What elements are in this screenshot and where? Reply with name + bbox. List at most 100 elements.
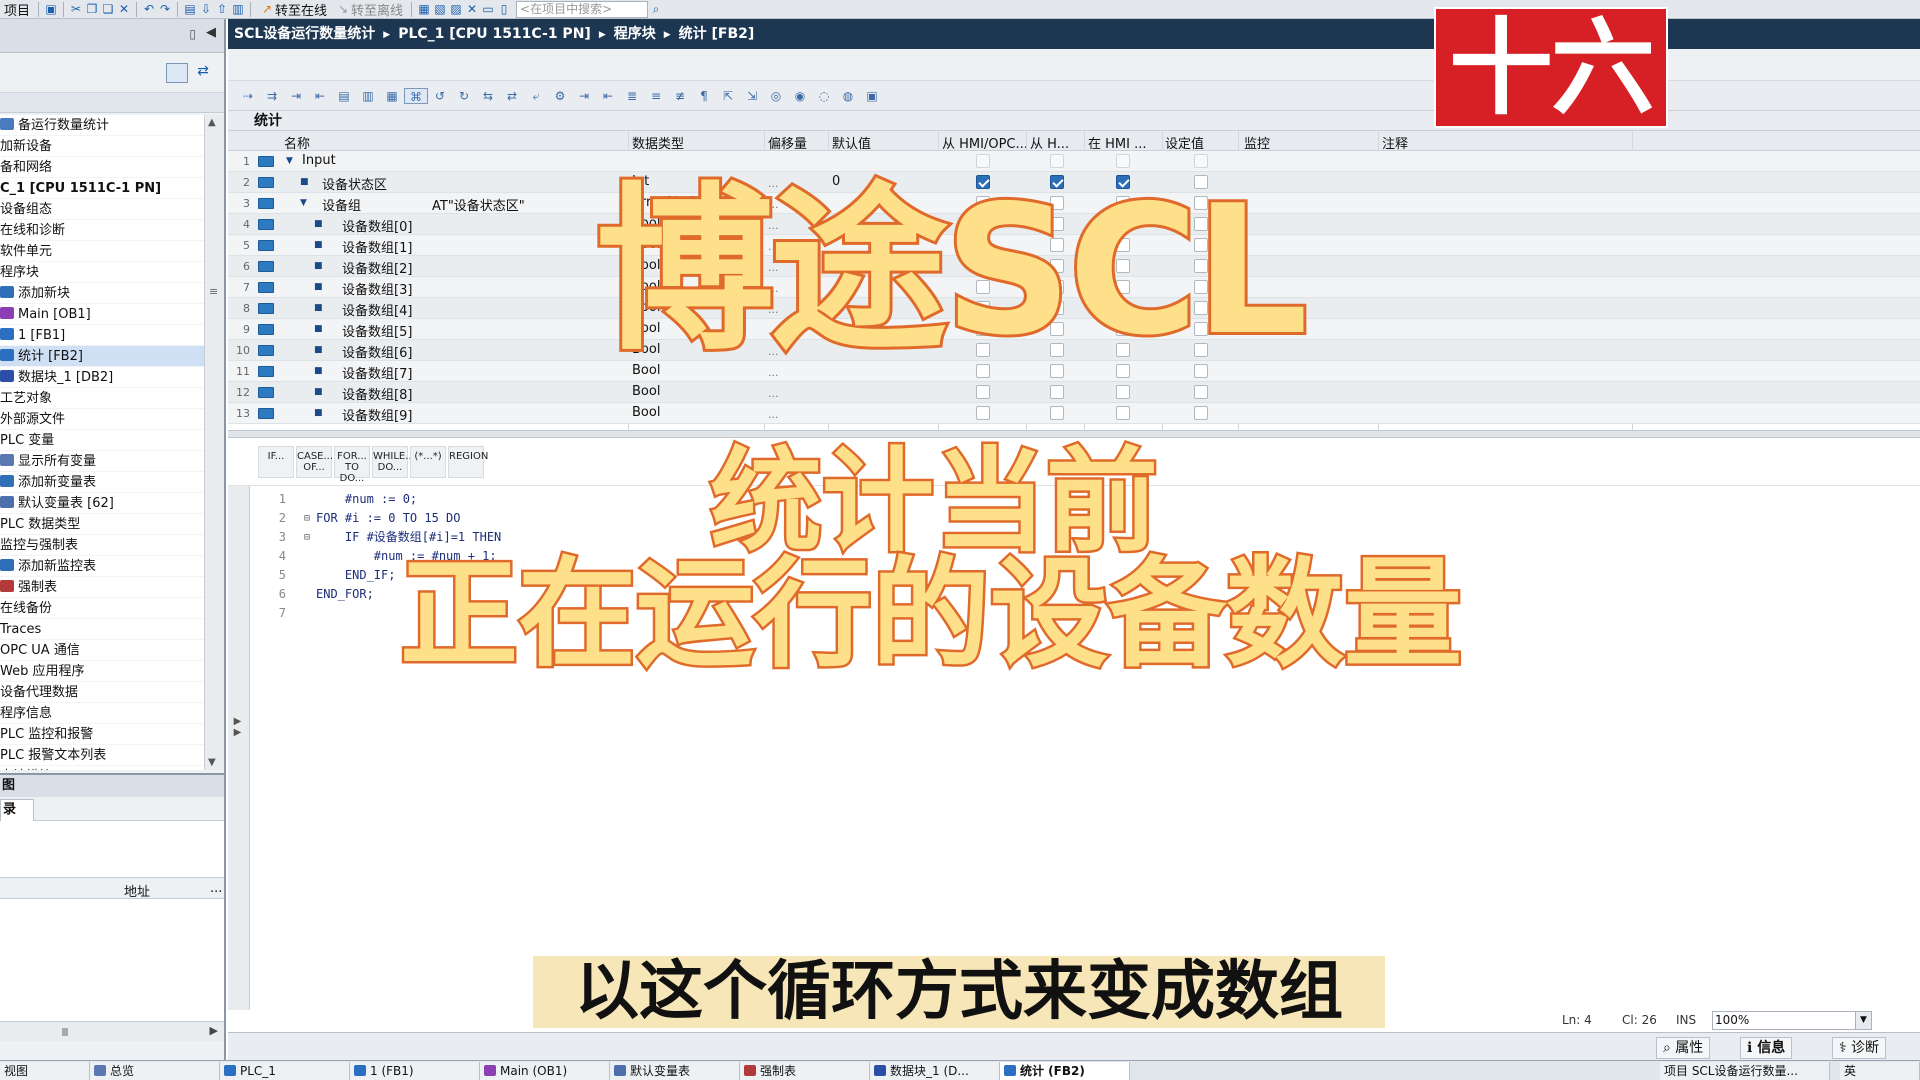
column-header[interactable]: 在 HMI ... [1088, 133, 1147, 152]
goto-icon[interactable]: ⇲ [740, 88, 764, 104]
comment-line-icon[interactable]: ≡ [644, 88, 668, 104]
tree-item[interactable]: 在线和诊断 [0, 220, 204, 241]
zoom-select[interactable]: 100% ▼ [1712, 1011, 1872, 1030]
tree-item[interactable]: 设备代理数据 [0, 682, 204, 703]
param-name[interactable]: 设备数组[8] [342, 384, 412, 403]
info-button[interactable]: ℹ 信息 [1740, 1037, 1793, 1059]
tree-item[interactable]: 加新设备 [0, 136, 204, 157]
paste-icon[interactable]: ❏ [100, 1, 116, 17]
checkbox[interactable] [1194, 406, 1208, 420]
keyword-button[interactable]: REGION [448, 446, 488, 478]
taskbar-tab[interactable]: PLC_1 [220, 1062, 350, 1080]
monitor-off-icon[interactable]: ◉ [788, 88, 812, 104]
tree-item[interactable]: 添加新监控表 [0, 556, 204, 577]
column-header[interactable]: 偏移量 [768, 133, 807, 152]
watch-icon[interactable]: ◌ [812, 88, 836, 104]
param-name[interactable]: 设备数组[3] [342, 279, 412, 298]
increase-indent-icon[interactable]: ⇥ [572, 88, 596, 104]
navigate-icon[interactable]: ⇱ [716, 88, 740, 104]
tree-item[interactable]: PLC 变量 [0, 430, 204, 451]
tree-item[interactable]: 外部源文件 [0, 409, 204, 430]
expand-arrow-icon[interactable]: ▼ [286, 156, 293, 166]
tree-item[interactable]: Web 应用程序 [0, 661, 204, 682]
checkbox[interactable] [1194, 385, 1208, 399]
breadcrumb-item[interactable]: 统计 [FB2] [679, 26, 755, 42]
tree-item[interactable]: 强制表 [0, 577, 204, 598]
interface-icon[interactable]: ▤ [332, 88, 356, 104]
param-name[interactable]: 设备组 [322, 195, 361, 214]
column-header[interactable]: 默认值 [832, 133, 871, 152]
tree-item[interactable]: 显示所有变量 [0, 451, 204, 472]
keyword-button[interactable]: FOR... TO DO... [334, 446, 370, 484]
fold-toggle-icon[interactable]: ⊟ [304, 509, 314, 528]
param-name[interactable]: 设备状态区 [322, 174, 387, 193]
prev-bookmark-icon[interactable]: ⇆ [476, 88, 500, 104]
tree-item[interactable]: 工艺对象 [0, 388, 204, 409]
taskbar-tab[interactable]: 强制表 [740, 1062, 870, 1080]
project-menu[interactable]: 项目 [0, 0, 34, 19]
detail-view-icon[interactable] [166, 63, 188, 83]
keyword-button[interactable]: (*...*) [410, 446, 446, 478]
column-header[interactable]: 名称 [284, 133, 310, 152]
tree-item[interactable]: 程序块 [0, 262, 204, 283]
element-bullet-icon[interactable]: ■ [314, 366, 323, 376]
expand-all-icon[interactable]: ⇥ [284, 88, 308, 104]
param-type[interactable]: Bool [632, 405, 660, 420]
tree-item[interactable]: 在线备份 [0, 598, 204, 619]
upload-icon[interactable]: ⇧ [214, 1, 230, 17]
simulate-icon[interactable]: ▥ [230, 1, 246, 17]
collapse-left-icon[interactable]: ◀ [206, 25, 216, 40]
scroll-grip-icon[interactable] [62, 1028, 68, 1036]
scroll-up-icon[interactable]: ▲ [208, 117, 216, 128]
element-bullet-icon[interactable]: ■ [314, 219, 323, 229]
tree-item[interactable]: 监控与强制表 [0, 535, 204, 556]
param-name[interactable]: 设备数组[6] [342, 342, 412, 361]
auto-indent-icon[interactable]: ≣ [620, 88, 644, 104]
call-env-icon[interactable]: ◍ [836, 88, 860, 104]
search-go-icon[interactable]: ⌕ [648, 1, 664, 17]
checkbox[interactable] [1116, 385, 1130, 399]
accessible-devices-icon[interactable]: ▦ [416, 1, 432, 17]
element-bullet-icon[interactable]: ■ [300, 177, 309, 187]
element-bullet-icon[interactable]: ■ [314, 261, 323, 271]
checkbox[interactable] [1050, 385, 1064, 399]
taskbar-tab[interactable]: 数据块_1 (D... [870, 1062, 1000, 1080]
insert-row-icon[interactable]: ⇢ [236, 88, 260, 104]
breadcrumb-item[interactable]: SCL设备运行数量统计 [234, 26, 375, 42]
cut-icon[interactable]: ✂ [68, 1, 84, 17]
breadcrumb-item[interactable]: PLC_1 [CPU 1511C-1 PN] [398, 26, 591, 42]
taskbar-tab[interactable]: 视图 [0, 1062, 90, 1080]
cross-reference-icon[interactable]: ▧ [432, 1, 448, 17]
compile-icon[interactable]: ▤ [182, 1, 198, 17]
fold-toggle-icon[interactable]: ⊟ [304, 528, 314, 547]
tree-item[interactable]: PLC 报警文本列表 [0, 745, 204, 766]
checkbox[interactable] [1050, 406, 1064, 420]
column-header[interactable]: 监控 [1244, 133, 1270, 152]
element-bullet-icon[interactable]: ■ [314, 324, 323, 334]
next-bookmark-icon[interactable]: ↻ [452, 88, 476, 104]
tree-item[interactable]: OPC UA 通信 [0, 640, 204, 661]
checkbox[interactable] [976, 385, 990, 399]
taskbar-tab[interactable]: Main (OB1) [480, 1062, 610, 1080]
checkbox[interactable] [1116, 406, 1130, 420]
tree-item[interactable]: PLC 监控和报警 [0, 724, 204, 745]
element-bullet-icon[interactable]: ■ [314, 303, 323, 313]
go-offline-button[interactable]: ↘ 转至离线 [331, 0, 407, 18]
go-online-button[interactable]: ↗ 转至在线 [255, 0, 331, 18]
tree-item[interactable]: 程序信息 [0, 703, 204, 724]
breadcrumb-item[interactable]: 程序块 [614, 26, 656, 42]
download-icon[interactable]: ⇩ [198, 1, 214, 17]
element-bullet-icon[interactable]: ■ [314, 282, 323, 292]
tree-item[interactable]: 备和网络 [0, 157, 204, 178]
pin-icon[interactable]: ▯ [189, 27, 196, 41]
tree-item[interactable]: 添加新块 [0, 283, 204, 304]
tree-item[interactable]: 数据块_1 [DB2] [0, 367, 204, 388]
param-name[interactable]: 设备数组[7] [342, 363, 412, 382]
project-tree-scrollbar[interactable]: ▲ ≡ ▼ [204, 115, 224, 770]
checkbox[interactable] [1116, 154, 1130, 168]
tree-item[interactable]: 默认变量表 [62] [0, 493, 204, 514]
wrap-icon[interactable]: ⤶ [524, 88, 548, 104]
checkbox[interactable] [1050, 154, 1064, 168]
collapse-all-icon[interactable]: ⇤ [308, 88, 332, 104]
keyword-button[interactable]: CASE... OF... [296, 446, 333, 478]
